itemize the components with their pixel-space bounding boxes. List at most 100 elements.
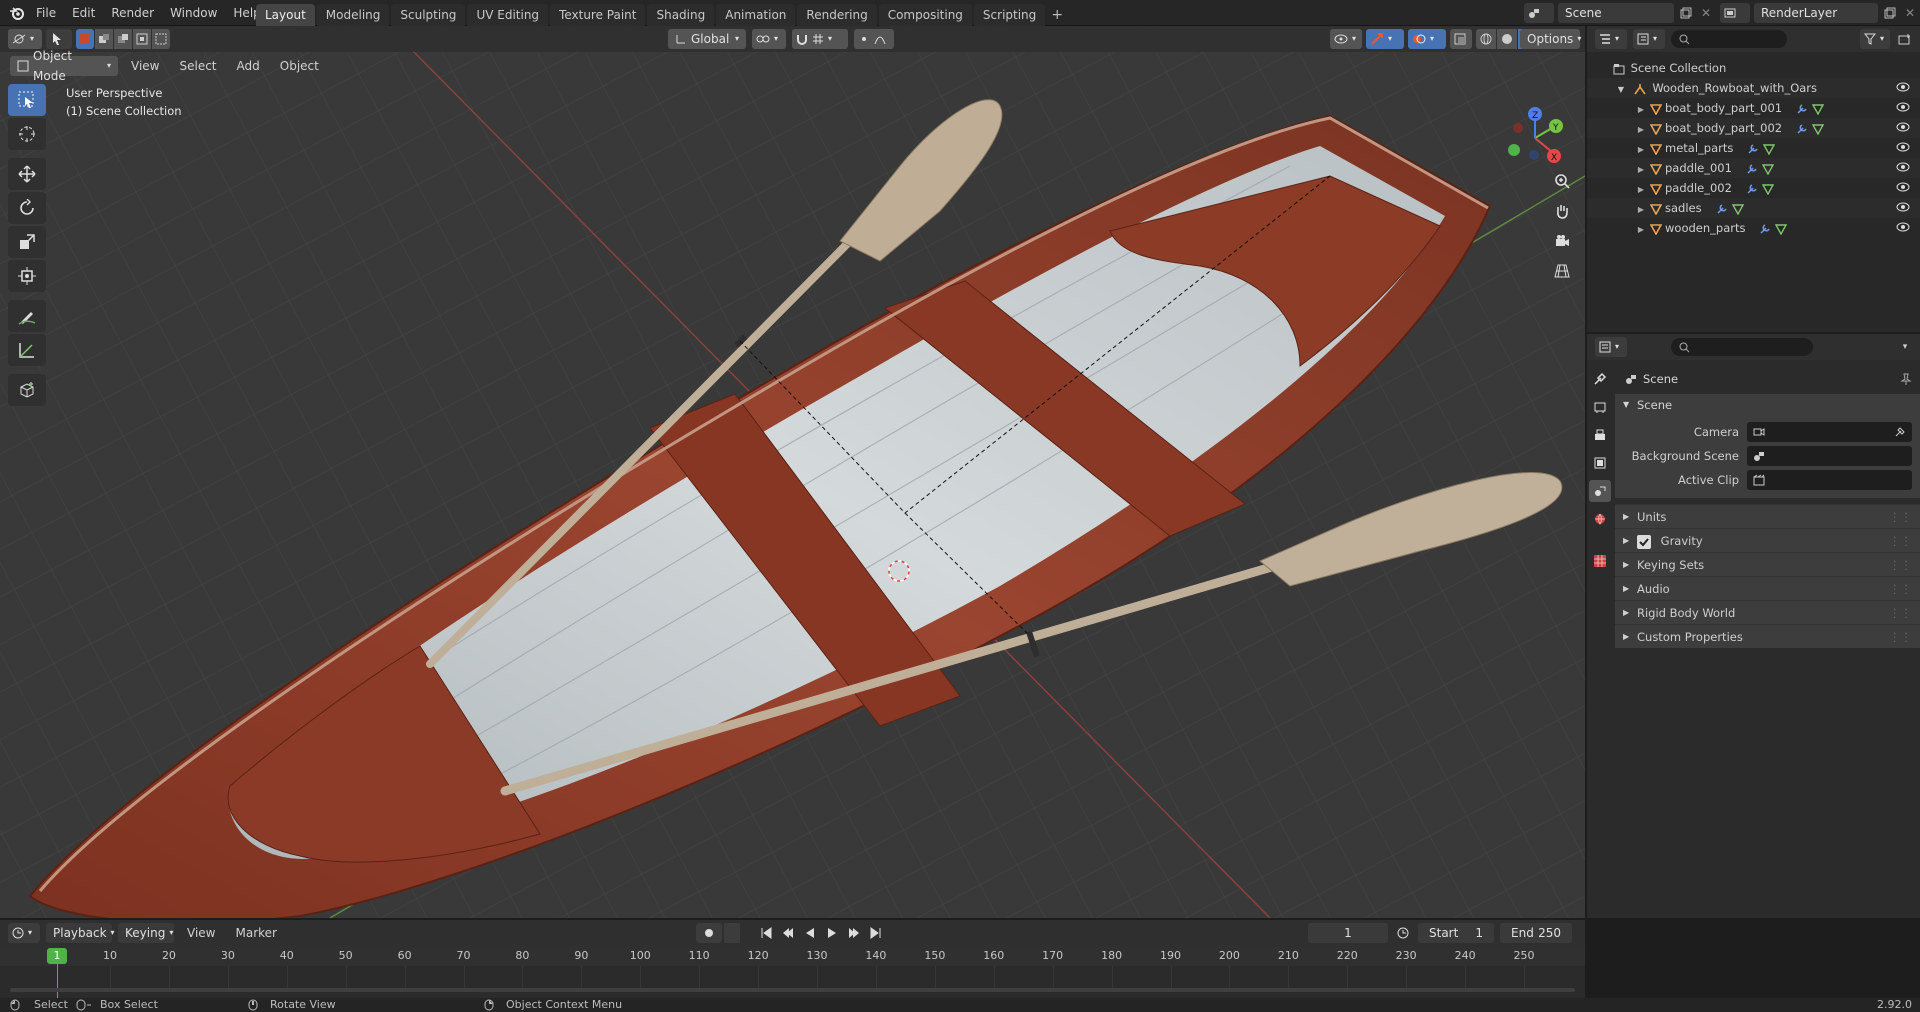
units-drag-handle[interactable]: ⋮⋮ xyxy=(1889,505,1912,529)
expand-arrow-icon[interactable]: ▶ xyxy=(1635,160,1647,180)
menu-window[interactable]: Window xyxy=(162,0,225,26)
scale-tool[interactable] xyxy=(8,226,46,258)
timeline-editor-type-button[interactable]: ▾ xyxy=(8,923,40,943)
properties-editor-type-button[interactable]: ▾ xyxy=(1595,337,1627,357)
outliner-object-row[interactable]: ▶ paddle_001 xyxy=(1587,158,1920,178)
audio-panel-header[interactable]: ▶ Audio ⋮⋮ xyxy=(1615,576,1920,600)
visibility-dropdown[interactable]: ▾ xyxy=(1330,29,1362,49)
play-icon[interactable] xyxy=(822,923,842,943)
timeline-menu-marker[interactable]: Marker xyxy=(228,920,283,946)
cursor-tool[interactable] xyxy=(8,118,46,150)
keying-sets-panel-header[interactable]: ▶ Keying Sets ⋮⋮ xyxy=(1615,552,1920,576)
proportional-edit-button[interactable] xyxy=(854,29,894,49)
scene-tab-icon[interactable] xyxy=(1589,480,1611,502)
object-visibility-icon[interactable] xyxy=(1896,182,1910,192)
active-clip-field[interactable] xyxy=(1747,470,1912,490)
wireframe-shading-icon[interactable] xyxy=(1476,29,1496,49)
modifier-wrench-icon[interactable] xyxy=(1745,143,1761,155)
scene-name-field[interactable]: Scene xyxy=(1558,3,1674,23)
tab-animation[interactable]: Animation xyxy=(716,4,796,26)
menu-render[interactable]: Render xyxy=(103,0,162,26)
modifier-wrench-icon[interactable] xyxy=(1794,103,1810,115)
menu-view[interactable]: View xyxy=(124,56,166,76)
custom-properties-panel-header[interactable]: ▶ Custom Properties ⋮⋮ xyxy=(1615,624,1920,648)
object-visibility-icon[interactable] xyxy=(1896,222,1910,232)
audio-drag-handle[interactable]: ⋮⋮ xyxy=(1889,577,1912,601)
timeline-ruler-area[interactable]: 10 20 30 40 50 60 70 80 90 100 110 120 130 140 150 160 1… xyxy=(0,946,1585,998)
modifier-wrench-icon[interactable] xyxy=(1744,163,1760,175)
mesh-data-icon[interactable] xyxy=(1761,143,1777,155)
rotate-tool[interactable] xyxy=(8,192,46,224)
mesh-data-icon[interactable] xyxy=(1760,163,1776,175)
pan-view-button[interactable] xyxy=(1549,198,1575,224)
modifier-wrench-icon[interactable] xyxy=(1714,203,1730,215)
3d-viewport[interactable]: ▾ Object Mode ▾ View Select Add Object G… xyxy=(0,26,1585,918)
object-visibility-icon[interactable] xyxy=(1896,162,1910,172)
units-panel-header[interactable]: ▶ Units ⋮⋮ xyxy=(1615,504,1920,528)
expand-arrow-icon[interactable]: ▶ xyxy=(1635,220,1647,240)
output-tab-icon[interactable] xyxy=(1589,424,1611,446)
menu-edit[interactable]: Edit xyxy=(64,0,103,26)
menu-file[interactable]: File xyxy=(28,0,64,26)
tab-texture-paint[interactable]: Texture Paint xyxy=(550,4,646,26)
auto-key-options-icon[interactable] xyxy=(724,923,740,943)
modifier-wrench-icon[interactable] xyxy=(1794,123,1810,135)
mesh-data-icon[interactable] xyxy=(1773,223,1789,235)
overlays-toggle-button[interactable]: ▾ xyxy=(1408,29,1446,49)
gravity-checkbox[interactable] xyxy=(1637,534,1651,549)
properties-options-icon[interactable]: ▾ xyxy=(1896,342,1914,352)
camera-view-button[interactable] xyxy=(1549,228,1575,254)
menu-object[interactable]: Object xyxy=(273,56,326,76)
tool-settings-tab-icon[interactable] xyxy=(1589,368,1611,390)
current-frame-field[interactable]: 1 xyxy=(1308,923,1388,943)
tab-uv-editing[interactable]: UV Editing xyxy=(467,4,549,26)
timeline-scrollbar[interactable] xyxy=(10,988,1575,992)
move-tool[interactable] xyxy=(8,158,46,190)
xray-toggle-button[interactable] xyxy=(1450,29,1472,49)
outliner-object-row[interactable]: ▶ wooden_parts xyxy=(1587,218,1920,238)
scene-collection-row[interactable]: Scene Collection xyxy=(1587,58,1920,78)
object-mode-dropdown[interactable]: Object Mode ▾ xyxy=(10,49,118,83)
measure-tool[interactable] xyxy=(8,334,46,366)
snap-dropdown[interactable]: ▾ xyxy=(792,29,848,49)
perspective-toggle-button[interactable] xyxy=(1549,258,1575,284)
next-keyframe-icon[interactable] xyxy=(844,923,864,943)
new-collection-icon[interactable] xyxy=(1896,33,1914,45)
object-visibility-icon[interactable] xyxy=(1896,122,1910,132)
playhead-frame[interactable]: 1 xyxy=(47,948,67,964)
view-layer-tab-icon[interactable] xyxy=(1589,452,1611,474)
outliner-object-row[interactable]: ▶ boat_body_part_001 xyxy=(1587,98,1920,118)
timeline-menu-view[interactable]: View xyxy=(180,920,222,946)
outliner-object-row[interactable]: ▶ paddle_002 xyxy=(1587,178,1920,198)
keying-menu[interactable]: Keying ▾ xyxy=(118,923,174,943)
menu-select[interactable]: Select xyxy=(172,56,223,76)
expand-arrow-icon[interactable]: ▶ xyxy=(1635,100,1647,120)
mesh-data-icon[interactable] xyxy=(1810,103,1826,115)
transform-orientation-dropdown[interactable]: Global ▾ xyxy=(668,29,746,49)
tab-shading[interactable]: Shading xyxy=(647,4,715,26)
menu-add[interactable]: Add xyxy=(230,56,267,76)
modifier-wrench-icon[interactable] xyxy=(1744,183,1760,195)
outliner-object-row[interactable]: ▶ sadles xyxy=(1587,198,1920,218)
pin-icon[interactable] xyxy=(1900,373,1912,385)
expand-arrow-icon[interactable]: ▶ xyxy=(1635,180,1647,200)
rigid-body-world-panel-header[interactable]: ▶ Rigid Body World ⋮⋮ xyxy=(1615,600,1920,624)
copy-scene-icon[interactable] xyxy=(1678,7,1694,19)
background-scene-field[interactable] xyxy=(1747,446,1912,466)
transform-tool[interactable] xyxy=(8,260,46,292)
viewport-canvas[interactable] xyxy=(0,26,1585,918)
tab-compositing[interactable]: Compositing xyxy=(878,4,972,26)
prev-keyframe-icon[interactable] xyxy=(778,923,798,943)
expand-arrow-icon[interactable]: ▶ xyxy=(1635,200,1647,220)
outliner-object-row[interactable]: ▶ metal_parts xyxy=(1587,138,1920,158)
copy-view-layer-icon[interactable] xyxy=(1882,7,1898,19)
expand-arrow-icon[interactable]: ▶ xyxy=(1635,140,1647,160)
rigid-body-drag-handle[interactable]: ⋮⋮ xyxy=(1889,601,1912,625)
blender-logo-icon[interactable] xyxy=(6,0,28,26)
preview-range-icon[interactable] xyxy=(1394,927,1412,939)
record-button[interactable] xyxy=(696,923,722,943)
object-visibility-icon[interactable] xyxy=(1896,202,1910,212)
gravity-panel-header[interactable]: ▶ Gravity ⋮⋮ xyxy=(1615,528,1920,552)
filter-dropdown[interactable]: ▾ xyxy=(1860,29,1890,49)
object-visibility-icon[interactable] xyxy=(1896,142,1910,152)
